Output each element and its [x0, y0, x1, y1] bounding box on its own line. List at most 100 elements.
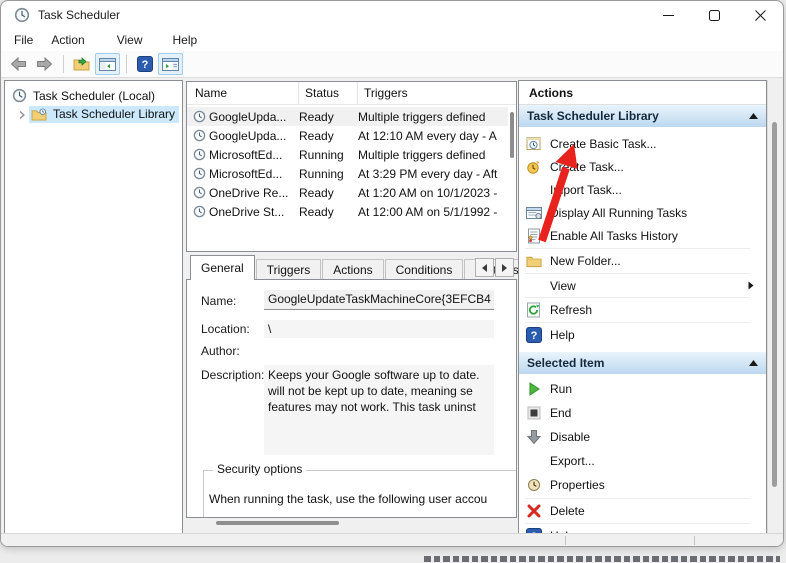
action-help[interactable]: ? Help	[519, 323, 764, 346]
menu-help[interactable]: Help	[164, 30, 207, 50]
task-status: Ready	[299, 186, 358, 200]
task-name: OneDrive St...	[209, 205, 299, 219]
table-row[interactable]: MicrosoftEd... Running At 3:29 PM every …	[187, 164, 508, 183]
section-header-selected-item[interactable]: Selected Item	[519, 352, 766, 374]
tab-actions[interactable]: Actions	[322, 259, 383, 280]
action-export[interactable]: Export...	[519, 449, 764, 472]
window-title: Task Scheduler	[38, 8, 120, 22]
title-bar: Task Scheduler	[1, 1, 783, 29]
forward-button[interactable]	[32, 53, 57, 75]
close-icon	[755, 10, 766, 21]
properties-icon	[526, 477, 542, 493]
clock-icon	[193, 167, 206, 180]
toggle-console-tree-button[interactable]	[95, 53, 120, 75]
no-icon	[526, 182, 542, 198]
task-status: Running	[299, 148, 358, 162]
delete-icon	[526, 503, 542, 519]
tree-root-label: Task Scheduler (Local)	[33, 89, 155, 103]
new-folder-icon	[526, 253, 542, 269]
tab-general[interactable]: General	[190, 255, 255, 280]
svg-text:?: ?	[531, 330, 538, 342]
collapse-arrow-icon[interactable]	[749, 360, 758, 366]
task-status: Ready	[299, 129, 358, 143]
import-task-button[interactable]	[69, 53, 94, 75]
section-header-task-scheduler-library[interactable]: Task Scheduler Library	[519, 105, 766, 127]
action-delete[interactable]: Delete	[519, 499, 764, 522]
maximize-button[interactable]	[691, 1, 737, 29]
action-label: Create Basic Task...	[550, 137, 657, 151]
clock-icon	[12, 88, 27, 103]
column-header-triggers[interactable]: Triggers	[358, 82, 516, 104]
tab-scroll-left-button[interactable]	[475, 258, 494, 277]
action-label: View	[550, 279, 576, 293]
task-description-field[interactable]: Keeps your Google software up to date. w…	[264, 365, 494, 455]
action-new-folder[interactable]: New Folder...	[519, 249, 764, 272]
action-properties[interactable]: Properties	[519, 473, 764, 496]
scrollbar-thumb[interactable]	[510, 112, 514, 158]
author-label: Author:	[201, 344, 240, 358]
help-icon: ?	[137, 56, 153, 72]
table-row[interactable]: GoogleUpda... Ready Multiple triggers de…	[187, 107, 508, 126]
no-icon	[526, 453, 542, 469]
action-view[interactable]: View	[519, 274, 764, 297]
tree-item-task-scheduler-library[interactable]: Task Scheduler Library	[5, 105, 182, 124]
back-button[interactable]	[6, 53, 31, 75]
table-row[interactable]: MicrosoftEd... Running Multiple triggers…	[187, 145, 508, 164]
table-row[interactable]: OneDrive Re... Ready At 1:20 AM on 10/1/…	[187, 183, 508, 202]
menu-file[interactable]: File	[5, 30, 42, 50]
help-button[interactable]: ?	[132, 53, 157, 75]
task-triggers: At 12:00 AM on 5/1/1992 -	[358, 205, 508, 219]
task-list-scrollbar[interactable]	[510, 108, 514, 228]
close-button[interactable]	[737, 1, 783, 29]
action-import-task[interactable]: Import Task...	[519, 178, 764, 201]
action-label: Delete	[550, 504, 585, 518]
actions-pane-scrollbar[interactable]	[767, 80, 781, 538]
column-header-name[interactable]: Name	[195, 82, 299, 104]
tree-item-task-scheduler-local[interactable]: Task Scheduler (Local)	[5, 86, 182, 105]
details-horizontal-scrollbar[interactable]	[186, 521, 517, 526]
minimize-button[interactable]	[645, 1, 691, 29]
tab-scroll-right-button[interactable]	[495, 258, 514, 277]
action-label: Display All Running Tasks	[550, 206, 687, 220]
task-list-panel: Name Status Triggers GoogleUpda... Ready…	[186, 81, 517, 252]
actions-pane-title: Actions	[529, 86, 573, 100]
action-enable-all-tasks-history[interactable]: Enable All Tasks History	[519, 224, 764, 247]
triangle-left-icon	[481, 264, 488, 272]
menu-view[interactable]: View	[108, 30, 152, 50]
toggle-action-pane-button[interactable]	[158, 53, 183, 75]
column-header-status[interactable]: Status	[299, 82, 358, 104]
folder-clock-icon	[31, 108, 47, 121]
actions-pane: Actions Task Scheduler Library Create Ba…	[518, 80, 767, 538]
description-label: Description:	[201, 368, 264, 382]
action-end[interactable]: End	[519, 401, 764, 424]
menu-action[interactable]: Action	[42, 30, 93, 50]
table-row[interactable]: GoogleUpda... Ready At 12:10 AM every da…	[187, 126, 508, 145]
action-run[interactable]: Run	[519, 377, 764, 400]
action-display-all-running-tasks[interactable]: Display All Running Tasks	[519, 201, 764, 224]
tab-conditions[interactable]: Conditions	[385, 259, 464, 280]
task-name-field[interactable]: GoogleUpdateTaskMachineCore{3EFCB4	[264, 290, 494, 310]
end-icon	[526, 405, 542, 421]
description-line: features may not work. This task uninst	[268, 399, 490, 415]
run-icon	[526, 381, 542, 397]
tab-triggers[interactable]: Triggers	[256, 259, 322, 280]
toolbar: ?	[1, 51, 783, 78]
console-tree-panel: Task Scheduler (Local) Task Scheduler Li…	[4, 80, 183, 537]
action-label: Enable All Tasks History	[550, 229, 678, 243]
action-create-basic-task[interactable]: Create Basic Task...	[519, 132, 764, 155]
back-arrow-icon	[10, 57, 27, 71]
general-tab-panel: Name: GoogleUpdateTaskMachineCore{3EFCB4…	[186, 279, 517, 518]
task-status: Ready	[299, 205, 358, 219]
scrollbar-thumb[interactable]	[216, 521, 339, 525]
task-name: MicrosoftEd...	[209, 148, 299, 162]
import-folder-icon	[73, 57, 90, 71]
maximize-icon	[709, 10, 720, 21]
action-refresh[interactable]: Refresh	[519, 298, 764, 321]
scrollbar-thumb[interactable]	[772, 122, 777, 487]
action-disable[interactable]: Disable	[519, 425, 764, 448]
task-triggers: At 12:10 AM every day - A	[358, 129, 508, 143]
collapse-arrow-icon[interactable]	[749, 113, 758, 119]
table-row[interactable]: OneDrive St... Ready At 12:00 AM on 5/1/…	[187, 202, 508, 221]
action-create-task[interactable]: Create Task...	[519, 155, 764, 178]
minimize-icon	[663, 10, 674, 21]
